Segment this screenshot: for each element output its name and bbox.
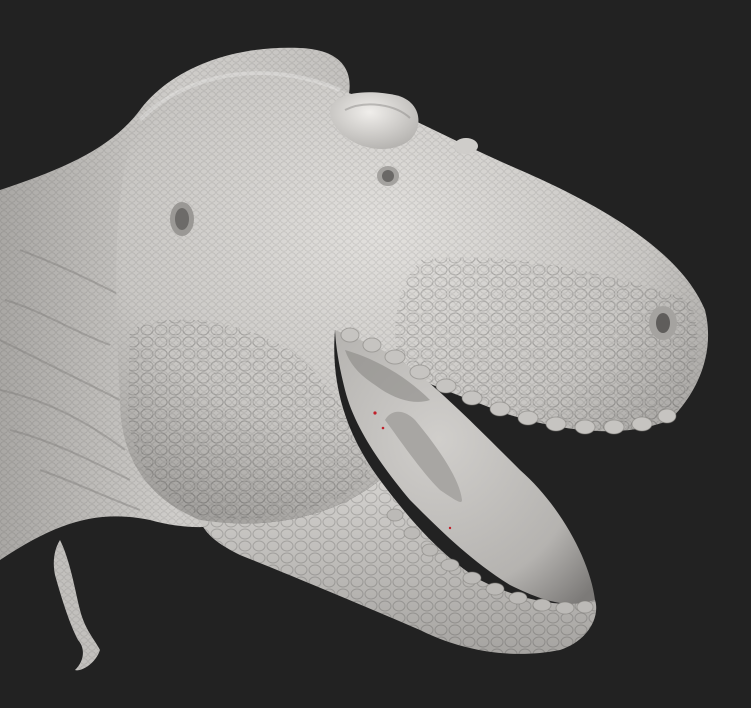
dinosaur-head-sculpt xyxy=(0,47,709,671)
brow-bump xyxy=(454,138,478,154)
render-viewport xyxy=(0,0,751,708)
